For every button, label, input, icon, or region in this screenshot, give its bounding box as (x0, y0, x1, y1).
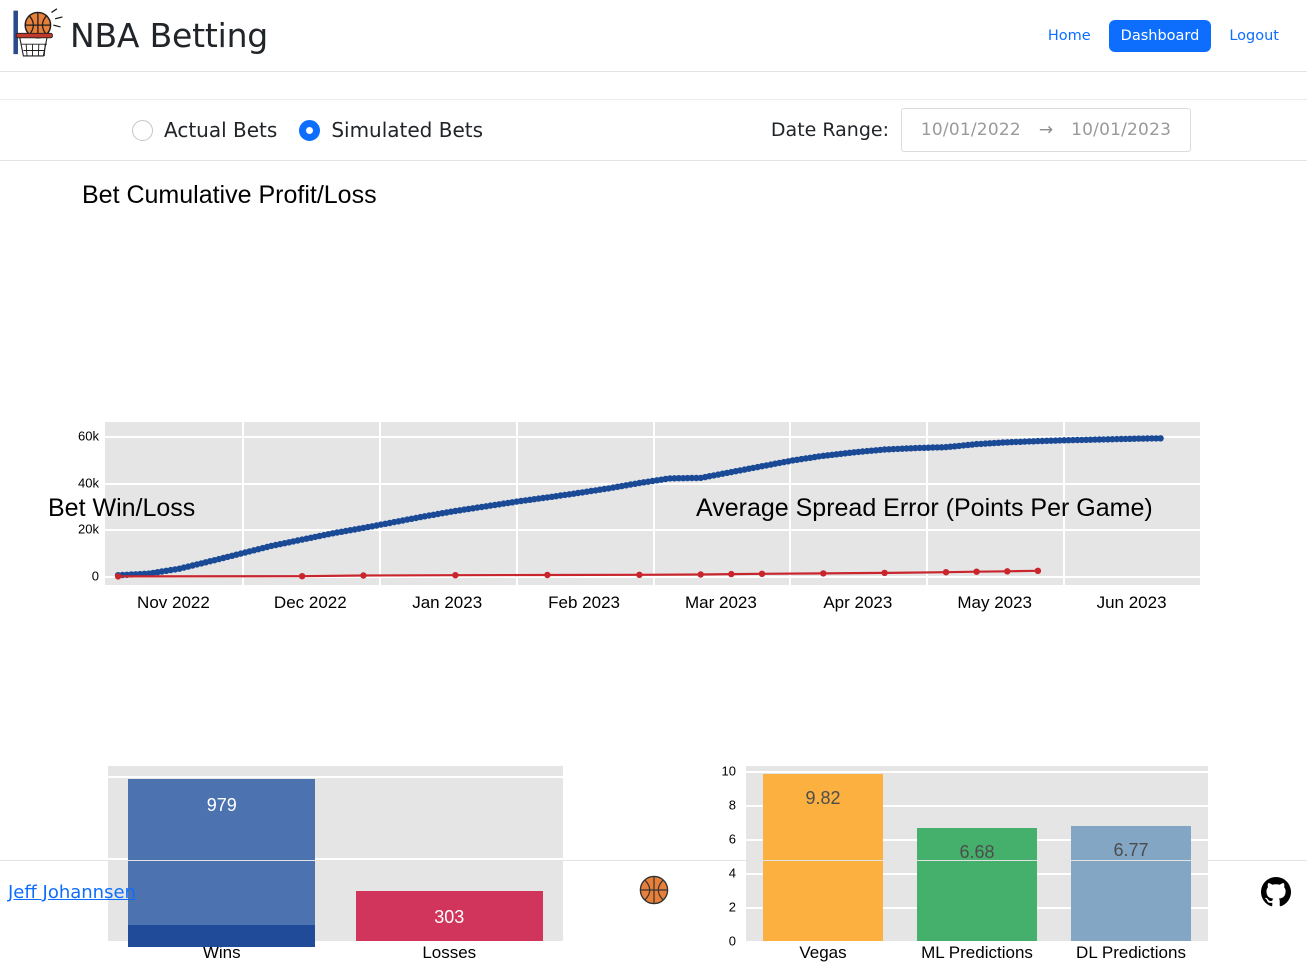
x-axis-category-label: Losses (422, 943, 477, 962)
radio-simulated-bets-label: Simulated Bets (331, 118, 484, 142)
y-axis-tick-label: 10 (721, 763, 736, 779)
radio-simulated-bets[interactable]: Simulated Bets (299, 118, 483, 142)
github-icon[interactable] (1261, 877, 1291, 907)
site-footer: Jeff Johannsen (0, 860, 1307, 923)
x-axis-tick-label: Dec 2022 (273, 593, 347, 612)
gridline-horizontal (108, 775, 563, 778)
bar-value-label: 9.82 (805, 788, 841, 809)
footer-center-icon-wrap (0, 873, 1307, 911)
gridline-vertical (241, 422, 244, 585)
chart-title-cumulative-profit: Bet Cumulative Profit/Loss (82, 181, 377, 209)
y-axis-tick-label: 6 (728, 831, 736, 847)
header-spacer-rule (0, 72, 1307, 100)
gridline-vertical (515, 422, 518, 585)
chart-title-spread-error: Average Spread Error (Points Per Game) (696, 494, 1153, 522)
x-axis-tick-label: Feb 2023 (548, 593, 620, 612)
x-axis-category-label: ML Predictions (921, 943, 1033, 962)
date-range-label: Date Range: (770, 119, 889, 141)
bar-baseline-segment (128, 925, 316, 947)
site-header: NBA Betting Home Dashboard Logout (0, 0, 1307, 72)
footer-author-link[interactable]: Jeff Johannsen (8, 882, 136, 903)
chart-title-win-loss: Bet Win/Loss (48, 494, 196, 522)
bar-value-label: 6.77 (1113, 839, 1149, 860)
x-axis-category-label: Vegas (799, 943, 847, 962)
radio-circle-unchecked-icon[interactable] (132, 119, 153, 141)
y-axis-tick-label: 40k (78, 475, 99, 491)
date-end-value[interactable]: 10/01/2023 (1071, 120, 1171, 140)
date-start-value[interactable]: 10/01/2022 (921, 120, 1021, 140)
main-nav: Home Dashboard Logout (1036, 19, 1291, 52)
gridline-vertical (378, 422, 381, 585)
filter-controls-bar: Actual Bets Simulated Bets Date Range: 1… (0, 100, 1307, 161)
basketball-hoop-icon (8, 7, 66, 65)
brand-title: NBA Betting (70, 16, 269, 55)
x-axis-tick-label: May 2023 (957, 593, 1033, 612)
date-range-control: Date Range: 10/01/2022 → 10/01/2023 (771, 108, 1191, 152)
arrow-right-icon: → (1038, 120, 1054, 140)
y-axis-tick-label: 20k (78, 521, 99, 537)
radio-circle-checked-icon[interactable] (299, 119, 321, 141)
radio-actual-bets[interactable]: Actual Bets (132, 118, 277, 142)
x-axis-tick-label: Jan 2023 (412, 593, 483, 612)
bet-type-radio-group: Actual Bets Simulated Bets (132, 118, 483, 142)
bar-value-label: 979 (206, 795, 237, 816)
dashboard-main: Bet Cumulative Profit/Loss 0 20k 40k 60k Nov… (0, 161, 1307, 962)
radio-actual-bets-label: Actual Bets (164, 118, 278, 142)
nav-link-logout[interactable]: Logout (1217, 20, 1291, 52)
nav-link-dashboard[interactable]: Dashboard (1108, 19, 1212, 52)
date-range-input[interactable]: 10/01/2022 → 10/01/2023 (901, 108, 1191, 152)
x-axis-tick-label: Jun 2023 (1096, 593, 1167, 612)
x-axis-tick-label: Apr 2023 (823, 593, 893, 612)
x-axis-category-label: DL Predictions (1076, 943, 1186, 962)
x-axis-tick-label: Mar 2023 (685, 593, 757, 612)
nav-link-home[interactable]: Home (1036, 20, 1103, 52)
y-axis-tick-label: 8 (728, 797, 736, 813)
y-axis-tick-label: 60k (78, 428, 99, 444)
basketball-icon[interactable] (637, 873, 671, 907)
footer-right-icons (1261, 877, 1291, 907)
gridline-vertical (652, 422, 655, 585)
y-axis-tick-label: 0 (728, 933, 736, 949)
x-axis-tick-label: Nov 2022 (137, 593, 210, 612)
y-axis-tick-label: 0 (91, 568, 99, 584)
brand-logo-link[interactable]: NBA Betting (8, 7, 268, 65)
gridline-horizontal (746, 771, 1208, 774)
